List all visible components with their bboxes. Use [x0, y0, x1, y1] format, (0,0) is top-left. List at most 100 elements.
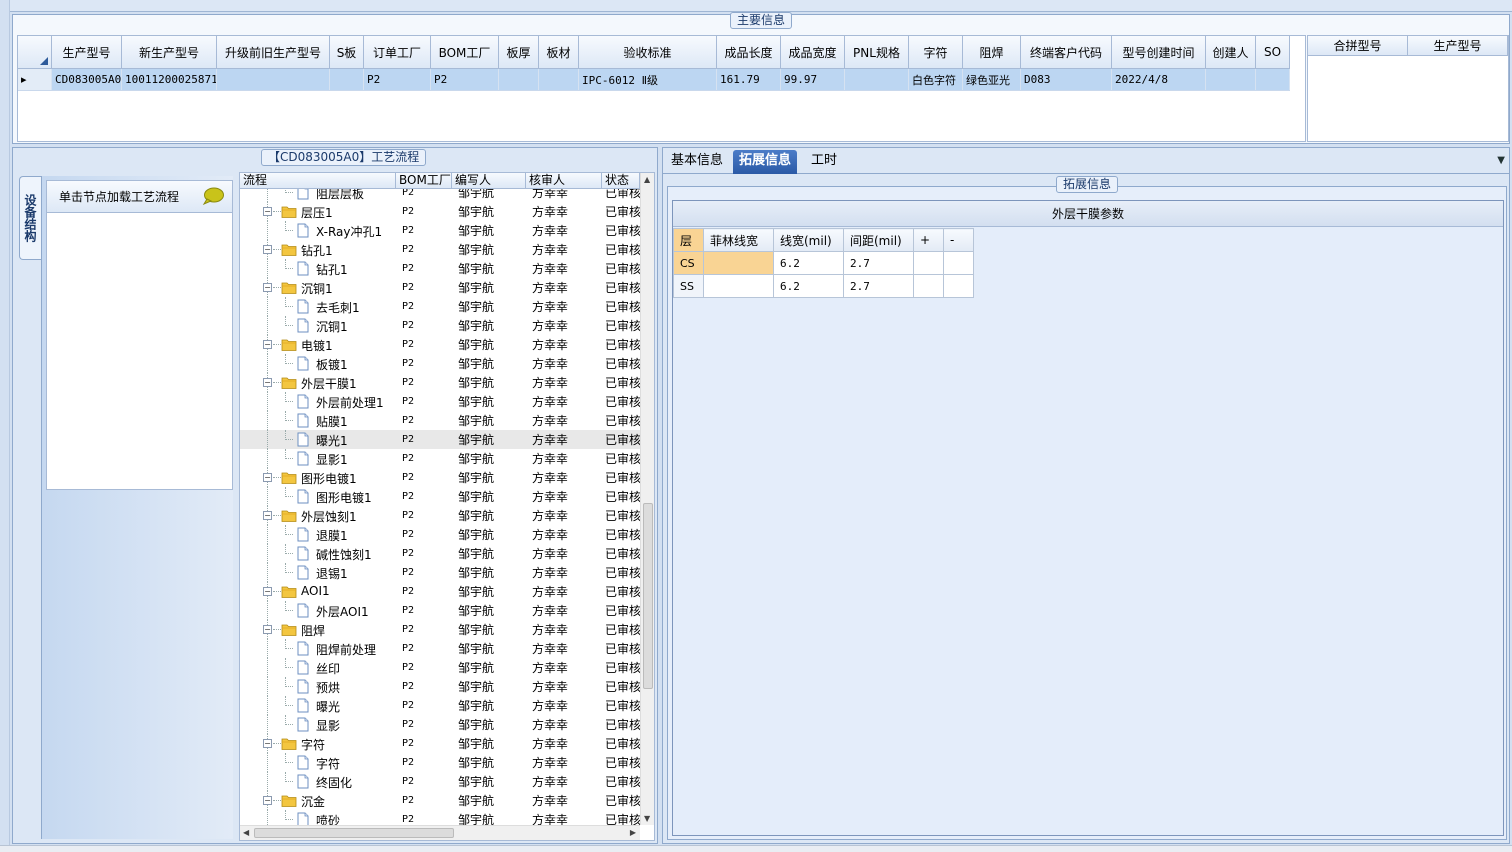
tree-row[interactable]: − 沉铜1 P2 邹宇航 方幸幸 已审核 [240, 278, 640, 297]
param-cell[interactable]: 2.7 [843, 274, 914, 298]
tree-row[interactable]: 字符 P2 邹宇航 方幸幸 已审核 [240, 753, 640, 772]
param-column-header[interactable]: 间距(mil) [843, 228, 914, 252]
tree-vertical-scrollbar[interactable]: ▲ ▼ [640, 173, 654, 825]
column-header[interactable]: SO [1256, 36, 1290, 68]
tree-row[interactable]: − AOI1 P2 邹宇航 方幸幸 已审核 [240, 582, 640, 601]
tree-node[interactable]: 阻焊前处理 [240, 639, 396, 658]
tree-row[interactable]: − 电镀1 P2 邹宇航 方幸幸 已审核 [240, 335, 640, 354]
tree-row[interactable]: X-Ray冲孔1 P2 邹宇航 方幸幸 已审核 [240, 221, 640, 240]
column-header[interactable]: 板材 [539, 36, 579, 68]
tree-node[interactable]: − 字符 [240, 734, 396, 753]
param-cell[interactable] [913, 274, 944, 298]
column-header[interactable]: 阻焊 [963, 36, 1021, 68]
column-header[interactable]: 板厚 [499, 36, 539, 68]
tree-row[interactable]: 喷砂 P2 邹宇航 方幸幸 已审核 [240, 810, 640, 825]
tree-node[interactable]: X-Ray冲孔1 [240, 221, 396, 240]
tree-row[interactable]: − 图形电镀1 P2 邹宇航 方幸幸 已审核 [240, 468, 640, 487]
collapse-icon[interactable]: − [263, 207, 272, 216]
column-header[interactable]: S板 [330, 36, 364, 68]
scroll-thumb[interactable] [643, 503, 653, 689]
collapse-icon[interactable]: − [263, 739, 272, 748]
tree-node[interactable]: 外层AOI1 [240, 601, 396, 620]
tree-row[interactable]: 曝光1 P2 邹宇航 方幸幸 已审核 [240, 430, 640, 449]
tree-row[interactable]: − 外层干膜1 P2 邹宇航 方幸幸 已审核 [240, 373, 640, 392]
column-header[interactable]: 终端客户代码 [1021, 36, 1112, 68]
tree-node[interactable]: 图形电镀1 [240, 487, 396, 506]
tree-column-header[interactable]: 流程 [240, 173, 396, 188]
layer-cell[interactable]: CS [673, 251, 704, 275]
tree-node[interactable]: 喷砂 [240, 810, 396, 825]
tab-extended-info[interactable]: 拓展信息 [733, 150, 798, 174]
tree-node[interactable]: 显影1 [240, 449, 396, 468]
tree-node[interactable]: − 外层蚀刻1 [240, 506, 396, 525]
tree-row[interactable]: 曝光 P2 邹宇航 方幸幸 已审核 [240, 696, 640, 715]
tab-basic-info[interactable]: 基本信息 [665, 150, 729, 174]
param-column-header[interactable]: 层 [673, 228, 704, 252]
row-indicator-header[interactable] [18, 36, 52, 68]
tree-row[interactable]: − 字符 P2 邹宇航 方幸幸 已审核 [240, 734, 640, 753]
remove-column-button[interactable]: - [943, 228, 974, 252]
param-column-header[interactable]: 线宽(mil) [773, 228, 844, 252]
table-row[interactable]: ▸ CD083005A0 10011200025871 P2 P2 IPC-6012 Ⅱ级… [18, 69, 1290, 91]
tree-row[interactable]: − 外层蚀刻1 P2 邹宇航 方幸幸 已审核 [240, 506, 640, 525]
tree-node[interactable]: 碱性蚀刻1 [240, 544, 396, 563]
tree-row[interactable]: 外层前处理1 P2 邹宇航 方幸幸 已审核 [240, 392, 640, 411]
tree-row[interactable]: 沉铜1 P2 邹宇航 方幸幸 已审核 [240, 316, 640, 335]
column-header[interactable]: 型号创建时间 [1112, 36, 1206, 68]
tree-node[interactable]: − 沉金 [240, 791, 396, 810]
column-header[interactable]: 成品长度 [717, 36, 781, 68]
column-header[interactable]: 验收标准 [579, 36, 717, 68]
param-column-header[interactable]: 菲林线宽 [703, 228, 774, 252]
tree-node[interactable]: 外层前处理1 [240, 392, 396, 411]
tree-node[interactable]: − 层压1 [240, 202, 396, 221]
tree-row[interactable]: − 沉金 P2 邹宇航 方幸幸 已审核 [240, 791, 640, 810]
tree-node[interactable]: 丝印 [240, 658, 396, 677]
process-tree-grid[interactable]: 流程 BOM工厂 编写人 核审人 状态 阻层层板 P2 邹宇航 方幸幸 已审核 − 层压1 P2 邹宇航… [239, 172, 655, 841]
column-header[interactable]: 成品宽度 [781, 36, 845, 68]
tree-node[interactable]: 退膜1 [240, 525, 396, 544]
row-selector-icon[interactable]: ▸ [18, 69, 52, 90]
tree-row[interactable]: 显影 P2 邹宇航 方幸幸 已审核 [240, 715, 640, 734]
tree-node[interactable]: − 沉铜1 [240, 278, 396, 297]
column-header[interactable]: BOM工厂 [431, 36, 499, 68]
param-cell[interactable] [703, 251, 774, 275]
collapse-icon[interactable]: − [263, 587, 272, 596]
tree-node[interactable]: 曝光 [240, 696, 396, 715]
tree-node[interactable]: 贴膜1 [240, 411, 396, 430]
collapse-icon[interactable]: − [263, 511, 272, 520]
tree-horizontal-scrollbar[interactable]: ◀ ▶ [240, 825, 640, 840]
tree-column-header[interactable]: BOM工厂 [396, 173, 452, 188]
scroll-right-icon[interactable]: ▶ [630, 828, 636, 837]
tree-node[interactable]: 显影 [240, 715, 396, 734]
collapse-icon[interactable]: − [263, 625, 272, 634]
tree-row[interactable]: − 钻孔1 P2 邹宇航 方幸幸 已审核 [240, 240, 640, 259]
column-header[interactable]: 新生产型号 [122, 36, 217, 68]
tree-node[interactable]: 终固化 [240, 772, 396, 791]
param-cell[interactable]: 6.2 [773, 274, 844, 298]
tree-node[interactable]: 阻层层板 [240, 189, 396, 202]
collapse-icon[interactable]: − [263, 378, 272, 387]
tree-node[interactable]: − AOI1 [240, 582, 396, 601]
param-cell[interactable]: 6.2 [773, 251, 844, 275]
column-header[interactable]: 升级前旧生产型号 [217, 36, 330, 68]
tree-node[interactable]: 字符 [240, 753, 396, 772]
column-header[interactable]: 生产型号 [52, 36, 122, 68]
scroll-up-icon[interactable]: ▲ [644, 175, 650, 184]
param-cell[interactable] [943, 274, 974, 298]
tree-body[interactable]: 阻层层板 P2 邹宇航 方幸幸 已审核 − 层压1 P2 邹宇航 方幸幸 已审核 X-Ray冲孔1 P2… [240, 189, 640, 825]
param-cell[interactable] [913, 251, 944, 275]
tree-column-header[interactable]: 核审人 [526, 173, 602, 188]
param-row[interactable]: CS 6.2 2.7 [673, 251, 974, 275]
tree-row[interactable]: 图形电镀1 P2 邹宇航 方幸幸 已审核 [240, 487, 640, 506]
tree-row[interactable]: 钻孔1 P2 邹宇航 方幸幸 已审核 [240, 259, 640, 278]
tree-row[interactable]: 去毛刺1 P2 邹宇航 方幸幸 已审核 [240, 297, 640, 316]
tree-node[interactable]: − 图形电镀1 [240, 468, 396, 487]
tree-row[interactable]: 显影1 P2 邹宇航 方幸幸 已审核 [240, 449, 640, 468]
tree-node[interactable]: − 外层干膜1 [240, 373, 396, 392]
tree-node[interactable]: 曝光1 [240, 430, 396, 449]
tree-row[interactable]: − 阻焊 P2 邹宇航 方幸幸 已审核 [240, 620, 640, 639]
collapse-icon[interactable]: − [263, 473, 272, 482]
column-header[interactable]: 订单工厂 [364, 36, 431, 68]
tree-row[interactable]: 退膜1 P2 邹宇航 方幸幸 已审核 [240, 525, 640, 544]
tree-row[interactable]: 贴膜1 P2 邹宇航 方幸幸 已审核 [240, 411, 640, 430]
